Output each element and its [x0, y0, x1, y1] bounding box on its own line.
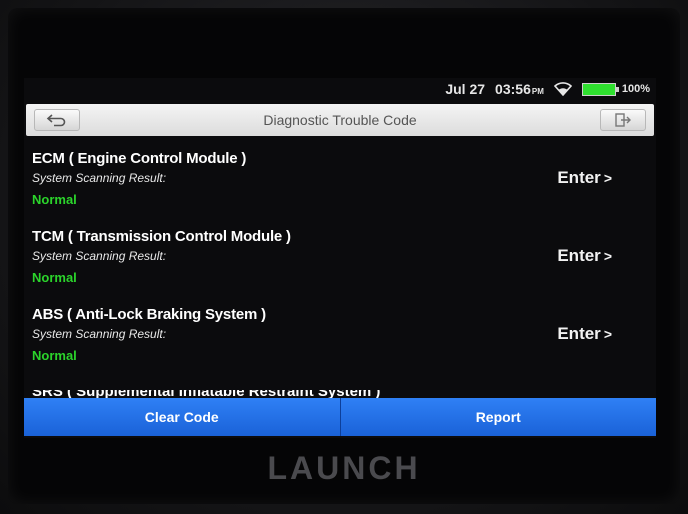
status-badge: Normal — [32, 270, 77, 285]
system-name: ABS ( Anti-Lock Braking System ) — [32, 306, 266, 323]
chevron-right-icon: > — [603, 326, 612, 342]
report-button[interactable]: Report — [339, 398, 656, 436]
system-name: ECM ( Engine Control Module ) — [32, 150, 247, 167]
scan-result-label: System Scanning Result: — [32, 249, 167, 263]
system-name: SRS ( Supplemental Inflatable Restraint … — [32, 390, 380, 398]
enter-button-abs[interactable]: Enter > — [557, 324, 612, 344]
exit-button[interactable] — [600, 109, 646, 131]
battery-percent: 100% — [621, 83, 650, 95]
action-bar: Clear Code Report — [24, 398, 656, 436]
page-title: Diagnostic Trouble Code — [263, 112, 417, 128]
scan-result-label: System Scanning Result: — [32, 171, 167, 185]
wifi-icon — [553, 82, 572, 96]
system-row-tcm[interactable]: TCM ( Transmission Control Module ) Syst… — [24, 220, 656, 296]
scan-result-label: System Scanning Result: — [32, 327, 167, 341]
clear-code-button[interactable]: Clear Code — [24, 398, 340, 436]
status-badge: Normal — [32, 348, 77, 363]
status-badge: Normal — [32, 192, 77, 207]
system-row-abs[interactable]: ABS ( Anti-Lock Braking System ) System … — [24, 298, 656, 374]
chevron-right-icon: > — [603, 170, 612, 186]
exit-icon — [615, 113, 631, 127]
system-row-srs[interactable]: SRS ( Supplemental Inflatable Restraint … — [32, 390, 380, 398]
battery-indicator: 100% — [581, 82, 650, 96]
back-arrow-icon — [46, 114, 66, 127]
chevron-right-icon: > — [603, 248, 612, 264]
device-screen: Jul 27 03:56PM 100% Diagnostic Trouble C… — [24, 78, 656, 438]
title-bar: Diagnostic Trouble Code — [26, 104, 654, 136]
system-row-ecm[interactable]: ECM ( Engine Control Module ) System Sca… — [24, 142, 656, 218]
status-time: 03:56PM — [495, 81, 544, 97]
status-date: Jul 27 — [445, 81, 486, 97]
battery-icon — [581, 82, 619, 96]
system-name: TCM ( Transmission Control Module ) — [32, 228, 291, 245]
back-button[interactable] — [34, 109, 80, 131]
enter-button-ecm[interactable]: Enter > — [557, 168, 612, 188]
launch-logo: LAUNCH — [267, 450, 421, 486]
enter-button-tcm[interactable]: Enter > — [557, 246, 612, 266]
status-bar: Jul 27 03:56PM 100% — [24, 78, 656, 100]
